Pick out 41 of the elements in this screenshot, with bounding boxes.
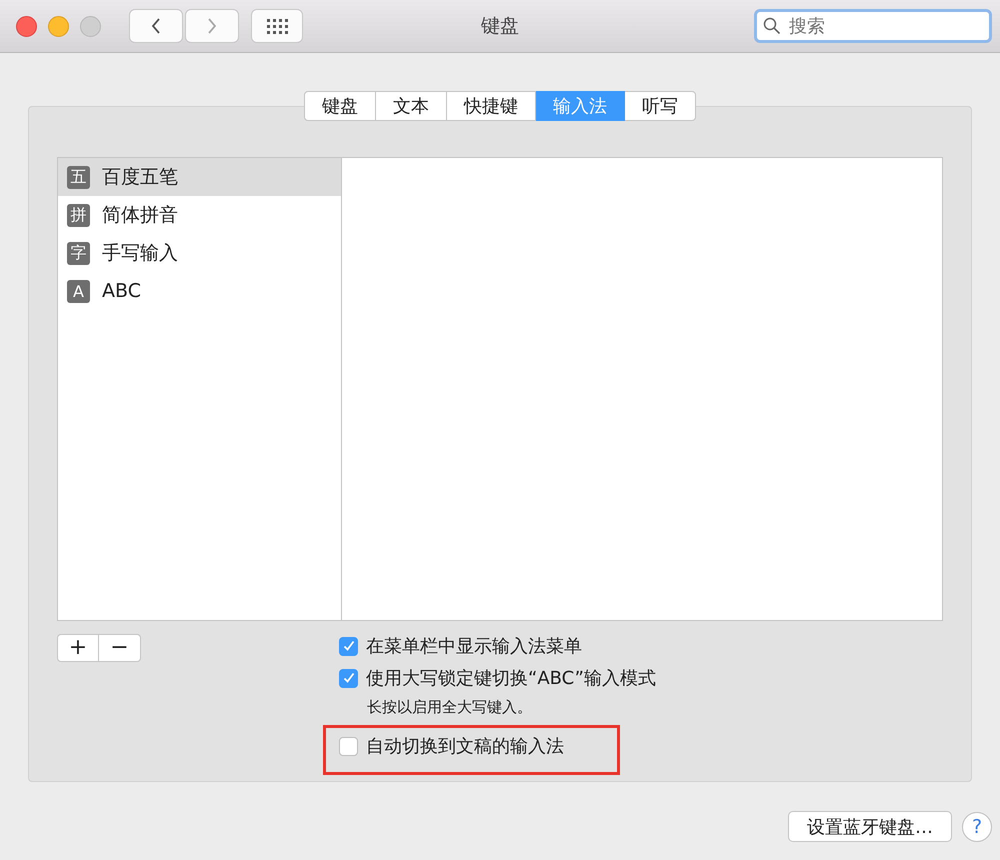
tab[interactable]: 快捷键	[447, 91, 536, 121]
window-title: 键盘	[481, 14, 519, 39]
tab[interactable]: 文本	[376, 91, 447, 121]
input-source-name: 简体拼音	[102, 203, 178, 228]
help-button[interactable]: ?	[962, 812, 992, 842]
checkbox[interactable]	[339, 668, 358, 688]
checkmark-icon	[342, 639, 356, 653]
input-source-icon: 字	[67, 242, 90, 264]
checkbox[interactable]	[339, 636, 358, 656]
input-source-item[interactable]: A ABC	[58, 272, 341, 310]
hint-text: 长按以启用全大写键入。	[367, 698, 533, 717]
input-source-icon: A	[67, 280, 90, 302]
checkmark-icon	[342, 671, 356, 685]
chevron-right-icon	[206, 17, 218, 35]
forward-button[interactable]	[185, 9, 239, 43]
input-source-name: 百度五笔	[102, 165, 178, 190]
input-source-name: 手写输入	[102, 241, 178, 266]
checkbox-label: 自动切换到文稿的输入法	[366, 735, 564, 758]
checkbox-label: 在菜单栏中显示输入法菜单	[366, 635, 582, 658]
input-source-item[interactable]: 字 手写输入	[58, 234, 341, 272]
minimize-button[interactable]	[48, 16, 69, 36]
input-source-item[interactable]: 拼 简体拼音	[58, 196, 341, 234]
search-field[interactable]: 搜索	[754, 9, 992, 43]
show-all-button[interactable]	[251, 9, 303, 43]
add-button[interactable]: +	[57, 634, 99, 662]
input-source-icon: 拼	[67, 204, 90, 226]
close-button[interactable]	[16, 16, 37, 36]
tab[interactable]: 键盘	[304, 91, 376, 121]
search-icon	[763, 17, 781, 35]
zoom-button[interactable]	[80, 16, 101, 36]
input-source-name: ABC	[102, 280, 141, 302]
input-source-item[interactable]: 五 百度五笔	[58, 158, 341, 196]
chevron-left-icon	[150, 17, 162, 35]
input-source-icon: 五	[67, 166, 90, 188]
tab[interactable]: 听写	[625, 91, 696, 121]
checkbox-label: 使用大写锁定键切换“ABC”输入模式	[366, 667, 656, 690]
bluetooth-keyboard-button[interactable]: 设置蓝牙键盘…	[788, 811, 952, 842]
grid-icon	[266, 18, 288, 34]
checkbox[interactable]	[339, 736, 358, 756]
back-button[interactable]	[129, 9, 183, 43]
remove-button[interactable]: −	[99, 634, 141, 662]
